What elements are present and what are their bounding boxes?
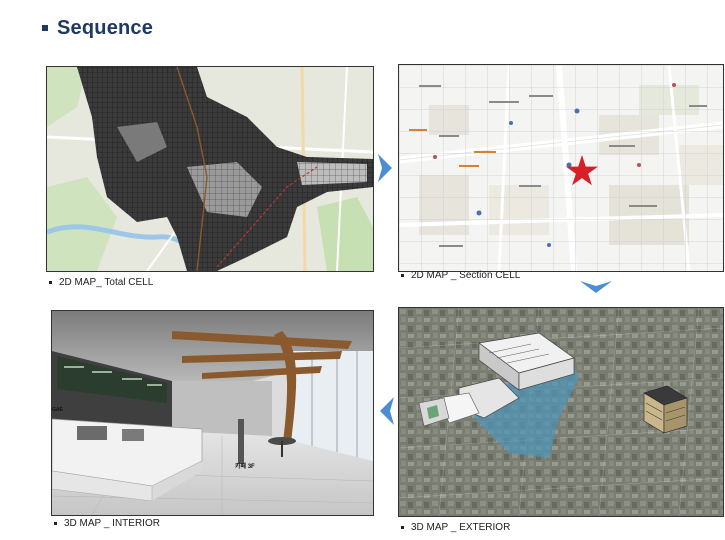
arrow-down-icon <box>578 279 614 295</box>
interior-left-sign: GAE <box>52 407 63 413</box>
arrow-left-icon <box>378 395 396 427</box>
slide-title: Sequence <box>42 14 153 42</box>
interior-floor-sign: 카페 3F <box>235 464 255 470</box>
total-cell-map <box>46 66 374 272</box>
arrow-right-icon <box>376 152 394 184</box>
section-cell-caption: 2D MAP _ Section CELL <box>401 270 520 281</box>
section-cell-map <box>398 64 724 272</box>
interior-caption-text: 3D MAP _ INTERIOR <box>64 518 160 529</box>
total-cell-caption: 2D MAP_ Total CELL <box>49 277 153 288</box>
exterior-caption: 3D MAP _ EXTERIOR <box>401 522 510 533</box>
interior-3d-view: GAE 카페 3F <box>51 310 374 516</box>
interior-caption: 3D MAP _ INTERIOR <box>54 518 160 529</box>
exterior-caption-text: 3D MAP _ EXTERIOR <box>411 522 511 533</box>
total-cell-caption-text: 2D MAP_ Total CELL <box>59 277 154 288</box>
exterior-3d-view <box>398 307 724 517</box>
title-bullet <box>42 25 48 31</box>
section-cell-caption-text: 2D MAP _ Section CELL <box>411 270 521 281</box>
slide-title-text: Sequence <box>57 16 154 39</box>
